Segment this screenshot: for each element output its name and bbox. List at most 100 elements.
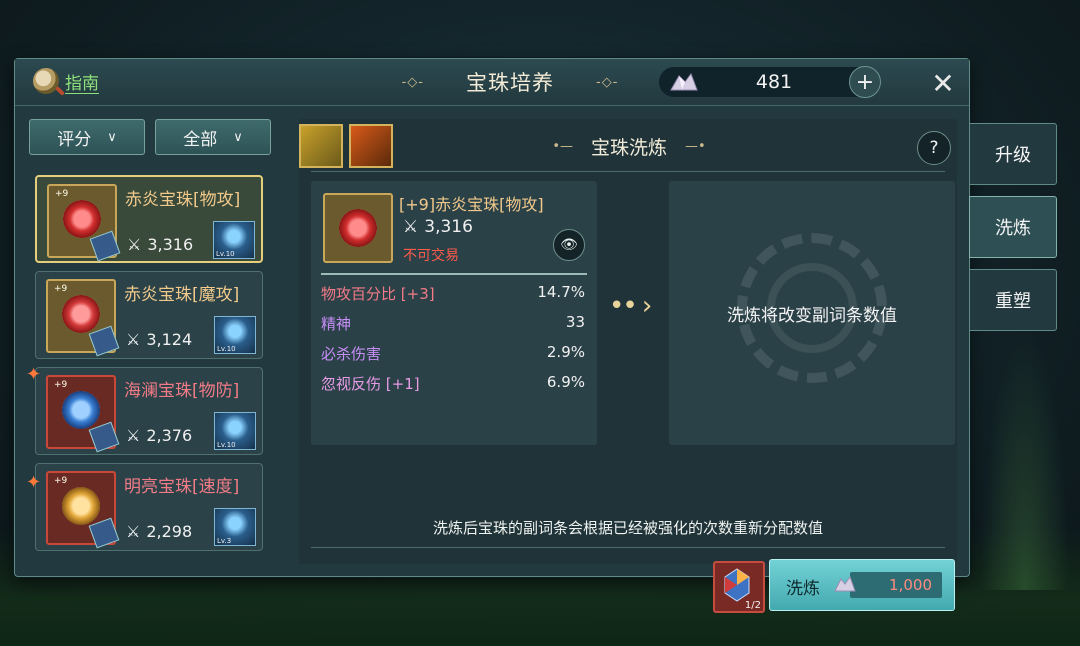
gem-level: +9: [54, 476, 68, 486]
red-gem-icon: [62, 295, 100, 333]
guide-label: 指南: [65, 73, 99, 94]
stat-label: 物攻百分比 [+3]: [321, 285, 435, 303]
eye-icon[interactable]: 👁: [553, 229, 585, 261]
pet-avatar: Lv.10: [214, 316, 256, 354]
gem-thumbnail: +9: [46, 471, 120, 549]
gem-thumbnail: [323, 193, 393, 263]
pet-slot-1[interactable]: [299, 124, 343, 168]
gem-score: ⚔ 3,316: [127, 235, 193, 254]
page-title-row: -◇- 宝珠培养 -◇-: [345, 59, 675, 105]
list-item[interactable]: ✦ +9 海澜宝珠[物防] ⚔ 2,376 Lv.10: [26, 364, 263, 455]
sparkle-icon: ✦: [26, 472, 42, 493]
currency-amount: 481: [755, 71, 793, 93]
gem-score-value: 3,316: [147, 235, 194, 254]
tab-reshape[interactable]: 重塑: [969, 269, 1057, 331]
crystal-icon: [670, 72, 698, 91]
blue-gem-icon: [62, 391, 100, 429]
divider: [321, 273, 587, 275]
stat-label: 必杀伤害: [321, 345, 382, 363]
list-item[interactable]: ✦ +9 明亮宝珠[速度] ⚔ 2,298 Lv.3: [26, 463, 263, 551]
help-button[interactable]: ?: [917, 131, 951, 165]
stat-value: 2.9%: [546, 343, 585, 361]
divider: [311, 171, 945, 172]
page-title: 宝珠培养: [466, 71, 554, 95]
close-button[interactable]: ✕: [929, 67, 957, 100]
red-gem-icon: [63, 200, 101, 238]
magnifier-icon: [33, 68, 59, 94]
sort-label: 评分: [57, 129, 92, 150]
gem-thumbnail: +9: [47, 184, 121, 262]
stat-row: 必杀伤害 2.9%: [321, 343, 585, 364]
gem-score-value: 2,376: [146, 426, 193, 445]
stat-label: 忽视反伤 [+1]: [321, 375, 420, 393]
material-slot[interactable]: 1/2: [713, 561, 765, 613]
guide-button[interactable]: 指南: [33, 68, 99, 94]
gem-level: +9: [55, 189, 69, 199]
crystal-icon: [834, 576, 856, 592]
gem-score-value: 2,298: [146, 522, 193, 541]
pet-level: Lv.10: [217, 441, 236, 449]
pet-slot-2[interactable]: [349, 124, 393, 168]
currency-display: 481 +: [659, 66, 881, 98]
stat-value: 14.7%: [537, 283, 585, 301]
stat-row: 忽视反伤 [+1] 6.9%: [321, 373, 585, 394]
refine-cost: 1,000: [850, 572, 942, 598]
refine-panel: •— 宝珠洗炼 —• ? [+9]赤炎宝珠[物攻] ⚔ 3,316 不可交易 👁 …: [299, 119, 957, 613]
gem-name: 海澜宝珠[物防]: [124, 381, 240, 401]
left-ornament-icon: -◇-: [401, 74, 424, 90]
stat-label: 精神: [321, 315, 352, 333]
gem-list: +9 赤炎宝珠[物攻] ⚔ 3,316 Lv.10 +9 赤炎宝珠[魔攻] ⚔ 3,…: [26, 175, 263, 559]
equipped-tag-icon: [88, 325, 120, 357]
stat-row: 精神 33: [321, 313, 585, 334]
tab-upgrade[interactable]: 升级: [969, 123, 1057, 185]
section-title: 宝珠洗炼: [590, 137, 667, 159]
gem-score: ⚔ 3,124: [126, 330, 192, 349]
equipped-tag-icon: [89, 230, 121, 262]
type-filter-dropdown[interactable]: 全部 ∨: [155, 119, 271, 155]
swords-icon: ⚔: [126, 522, 141, 541]
material-count: 1/2: [744, 600, 761, 611]
sort-dropdown[interactable]: 评分 ∨: [29, 119, 145, 155]
gem-name: 明亮宝珠[速度]: [124, 477, 240, 497]
arrow-right-icon: •• ›: [609, 291, 652, 321]
detail-gem-name: [+9]赤炎宝珠[物攻]: [399, 195, 544, 214]
sparkle-icon: ✦: [26, 364, 42, 385]
preview-text: 洗炼将改变副词条数值: [727, 306, 897, 326]
refine-button[interactable]: 洗炼 1,000: [769, 559, 955, 611]
yellow-gem-icon: [62, 487, 100, 525]
stat-value: 33: [565, 313, 585, 331]
gem-score: ⚔ 2,376: [126, 426, 192, 445]
gem-thumbnail: +9: [46, 279, 120, 357]
pet-avatar: Lv.10: [214, 412, 256, 450]
list-item[interactable]: +9 赤炎宝珠[魔攻] ⚔ 3,124 Lv.10: [35, 271, 263, 359]
swords-icon: ⚔: [126, 330, 141, 349]
background-plant: [980, 330, 1070, 590]
swords-icon: ⚔: [127, 235, 142, 254]
section-title-row: •— 宝珠洗炼 —•: [499, 133, 759, 160]
title-bar: 指南 -◇- 宝珠培养 -◇- 481 + ✕: [15, 59, 969, 106]
refine-preview: 洗炼将改变副词条数值: [669, 181, 955, 445]
untradeable-label: 不可交易: [403, 248, 459, 264]
stat-value: 6.9%: [546, 373, 585, 391]
tab-refine[interactable]: 洗炼: [969, 196, 1057, 258]
list-item[interactable]: +9 赤炎宝珠[物攻] ⚔ 3,316 Lv.10: [35, 175, 263, 263]
gem-list-panel: 评分 ∨ 全部 ∨ +9 赤炎宝珠[物攻] ⚔ 3,316 Lv.10 +9 赤…: [26, 119, 275, 564]
divider: [311, 547, 945, 548]
gem-name: 赤炎宝珠[物攻]: [125, 190, 241, 210]
pet-slots: [299, 124, 393, 168]
gem-level: +9: [54, 380, 68, 390]
gem-cultivation-panel: 指南 -◇- 宝珠培养 -◇- 481 + ✕ 评分 ∨ 全部 ∨ +9 赤炎宝…: [14, 58, 970, 613]
detail-gem-score: ⚔ 3,316: [403, 217, 473, 237]
pet-level: Lv.10: [217, 345, 236, 353]
chevron-down-icon: ∨: [107, 129, 117, 145]
gem-score-value: 3,124: [146, 330, 193, 349]
gem-thumbnail: +9: [46, 375, 120, 453]
equipped-tag-icon: [88, 421, 120, 453]
right-ornament-icon: —•: [685, 139, 706, 154]
pet-level: Lv.10: [216, 250, 235, 258]
add-currency-button[interactable]: +: [849, 66, 881, 98]
right-ornament-icon: -◇-: [596, 74, 619, 90]
gem-name: 赤炎宝珠[魔攻]: [124, 285, 240, 305]
refine-button-label: 洗炼: [786, 579, 820, 599]
gem-level: +9: [54, 284, 68, 294]
